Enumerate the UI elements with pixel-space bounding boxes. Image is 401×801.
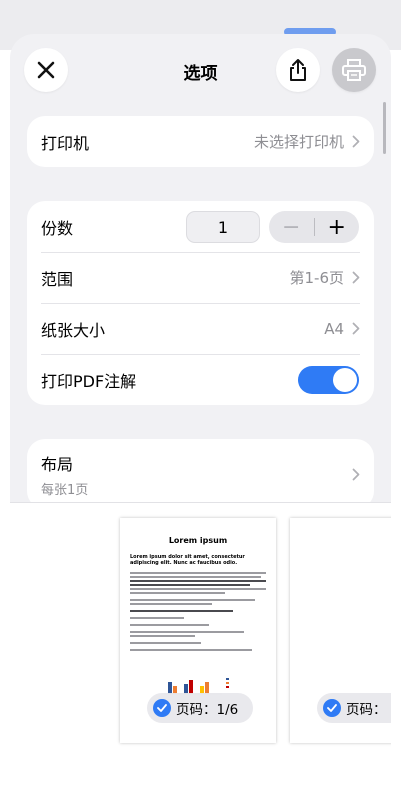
printer-value: 未选择打印机 xyxy=(253,133,344,151)
print-options-sheet: 选项 打印机 未选择打印机 份数 1 − + 范围 第1-6页 纸张大小 A4 … xyxy=(10,34,391,801)
printer-row[interactable]: 打印机 未选择打印机 xyxy=(27,116,374,167)
layout-card: 布局 每张1页 xyxy=(27,439,374,509)
paper-size-label: 纸张大小 xyxy=(41,320,106,340)
toggle-knob xyxy=(333,368,357,392)
layout-label: 布局 xyxy=(41,454,74,474)
range-row[interactable]: 范围 第1-6页 xyxy=(27,252,374,303)
checkmark-icon xyxy=(153,699,171,717)
printer-label: 打印机 xyxy=(41,133,90,153)
share-button[interactable] xyxy=(276,48,320,92)
page-badge-label: 页码：1/6 xyxy=(176,702,239,718)
chevron-right-icon xyxy=(352,271,360,284)
page-badge[interactable]: 页码： xyxy=(317,693,391,723)
print-button[interactable] xyxy=(332,48,376,92)
paper-size-row[interactable]: 纸张大小 A4 xyxy=(27,303,374,354)
layout-value: 每张1页 xyxy=(41,482,89,498)
layout-row[interactable]: 布局 每张1页 xyxy=(27,439,374,509)
copies-stepper: − + xyxy=(269,211,359,243)
pdf-annotations-toggle[interactable] xyxy=(298,366,359,394)
page-badge[interactable]: 页码：1/6 xyxy=(147,693,253,723)
range-label: 范围 xyxy=(41,269,74,289)
copies-row: 份数 1 − + xyxy=(27,201,374,252)
range-value: 第1-6页 xyxy=(289,269,345,287)
printer-icon xyxy=(342,59,366,81)
settings-card: 份数 1 − + 范围 第1-6页 纸张大小 A4 打印PDF注解 xyxy=(27,201,374,405)
page-preview-strip[interactable]: Lorem ipsum Lorem ipsum dolor sit amet, … xyxy=(10,502,391,801)
chevron-right-icon xyxy=(352,322,360,335)
chevron-right-icon xyxy=(352,468,360,481)
page-badge-label: 页码： xyxy=(346,702,387,718)
share-icon xyxy=(290,59,306,81)
paper-size-value: A4 xyxy=(324,319,344,338)
pdf-annotations-row: 打印PDF注解 xyxy=(27,354,374,405)
increment-button[interactable]: + xyxy=(315,211,360,243)
decrement-button[interactable]: − xyxy=(269,211,314,243)
copies-field[interactable]: 1 xyxy=(186,211,260,243)
chevron-right-icon xyxy=(352,135,360,148)
doc-title: Lorem ipsum xyxy=(168,536,228,545)
doc-body-text xyxy=(130,572,266,651)
checkmark-icon xyxy=(323,699,341,717)
doc-subtitle: Lorem ipsum dolor sit amet, consectetur … xyxy=(130,554,245,566)
scroll-indicator[interactable] xyxy=(383,102,386,154)
printer-card: 打印机 未选择打印机 xyxy=(27,116,374,167)
